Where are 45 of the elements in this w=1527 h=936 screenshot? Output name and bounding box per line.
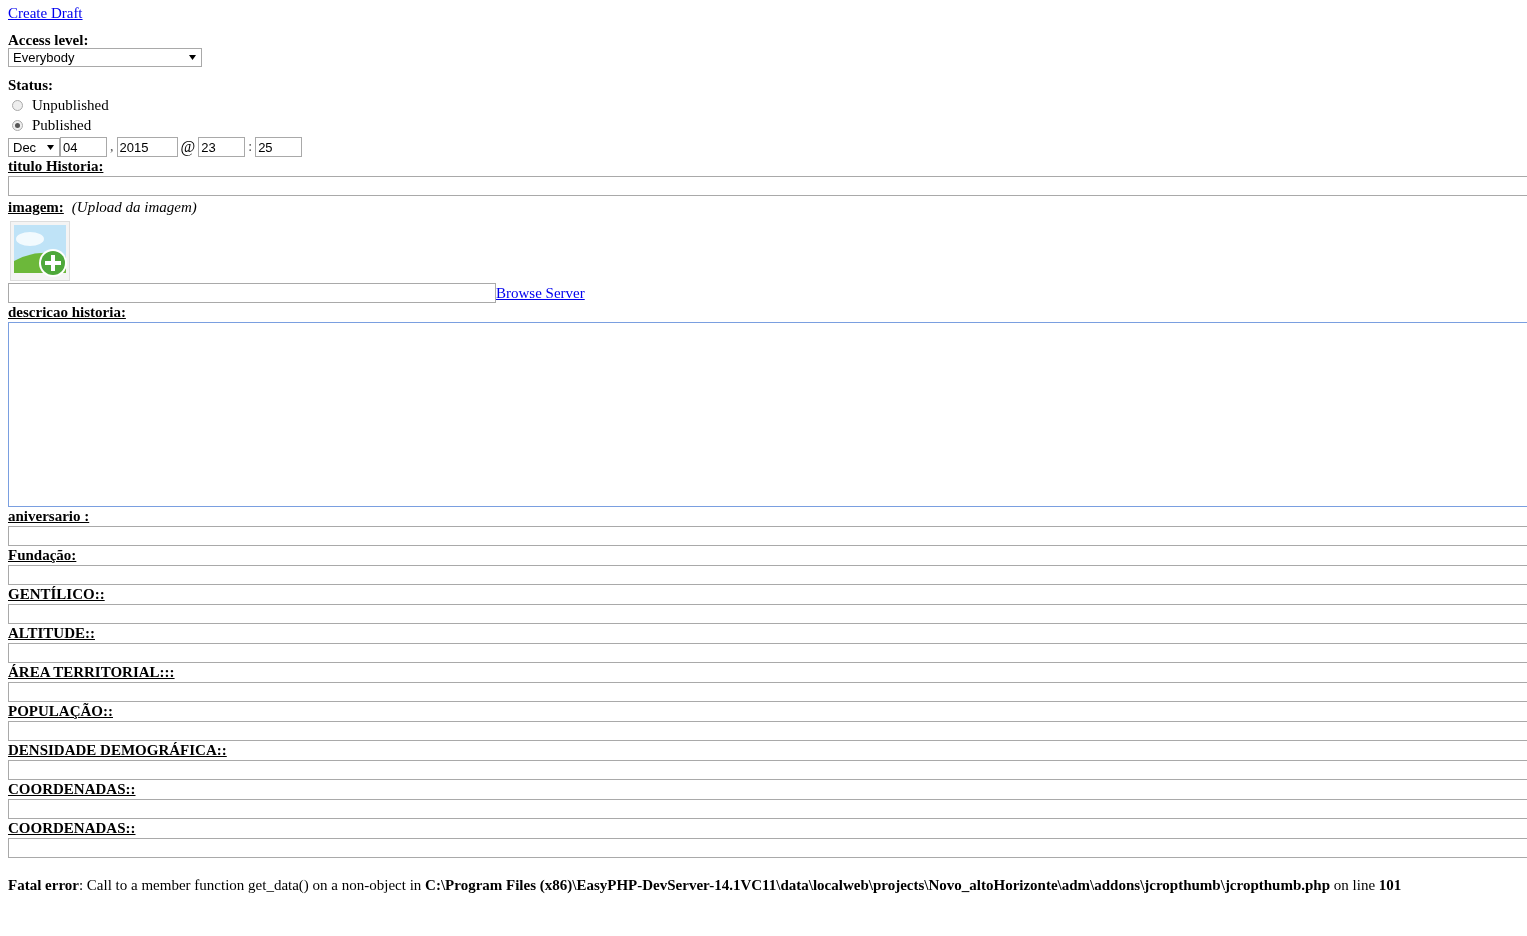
radio-button[interactable] — [12, 119, 23, 131]
field-label: titulo Historia: — [8, 157, 105, 176]
field-label: COORDENADAS:: — [8, 819, 137, 838]
field-label: COORDENADAS:: — [8, 780, 137, 799]
text-field[interactable] — [8, 643, 1527, 663]
field-label: imagem: — [8, 198, 64, 217]
text-field[interactable] — [8, 799, 1527, 819]
text-field[interactable] — [8, 760, 1527, 780]
month-select[interactable]: Dec — [8, 137, 60, 157]
text-field[interactable] — [8, 838, 1527, 858]
text-field[interactable] — [8, 682, 1527, 702]
browse-server-link[interactable]: Browse Server — [496, 284, 585, 302]
field-label: aniversario : — [8, 507, 91, 526]
field-label: DENSIDADE DEMOGRÁFICA:: — [8, 741, 228, 760]
status-label: Status: — [8, 76, 54, 95]
field-label: descricao historia: — [8, 303, 127, 322]
year-field[interactable]: 2015 — [116, 137, 178, 157]
create-draft-link[interactable]: Create Draft — [8, 5, 83, 21]
text-field[interactable] — [8, 176, 1527, 196]
caret-icon — [189, 55, 196, 60]
separator: , — [110, 139, 114, 155]
text-field[interactable] — [8, 565, 1527, 585]
hint-text: (Upload da imagem) — [71, 198, 197, 217]
text-field[interactable] — [8, 526, 1527, 546]
field-label: POPULAÇÃO:: — [8, 702, 114, 721]
image-path-field[interactable] — [8, 283, 496, 303]
day-field[interactable]: 04 — [60, 137, 107, 157]
error-message: Fatal error: Call to a member function get_data() on a non-object in C:\Program Files (x86)\EasyPHP-DevServer-14.1VC11\data\localweb\projects\Novo_altoHorizonte\adm\addons\jcropthumb\jcropthumb.php on line 101 — [8, 876, 1403, 895]
text-field[interactable] — [8, 604, 1527, 624]
text-field[interactable] — [8, 721, 1527, 741]
access-level-select[interactable]: Everybody — [8, 48, 202, 67]
radio-button[interactable] — [12, 99, 23, 111]
field-label: ALTITUDE:: — [8, 624, 96, 643]
hour-field[interactable]: 23 — [198, 137, 246, 157]
field-label: Fundação: — [8, 546, 78, 565]
minute-field[interactable]: 25 — [255, 137, 303, 157]
radio-label: Unpublished — [32, 96, 109, 114]
access-level-label: Access level: — [8, 32, 90, 48]
caret-icon — [47, 144, 54, 150]
separator: : — [248, 139, 253, 155]
add-image-icon[interactable] — [10, 221, 70, 281]
field-label: ÁREA TERRITORIAL::: — [8, 663, 176, 682]
at-sign: @ — [180, 138, 196, 156]
field-label: GENTÍLICO:: — [8, 585, 106, 604]
radio-label: Published — [32, 116, 92, 134]
